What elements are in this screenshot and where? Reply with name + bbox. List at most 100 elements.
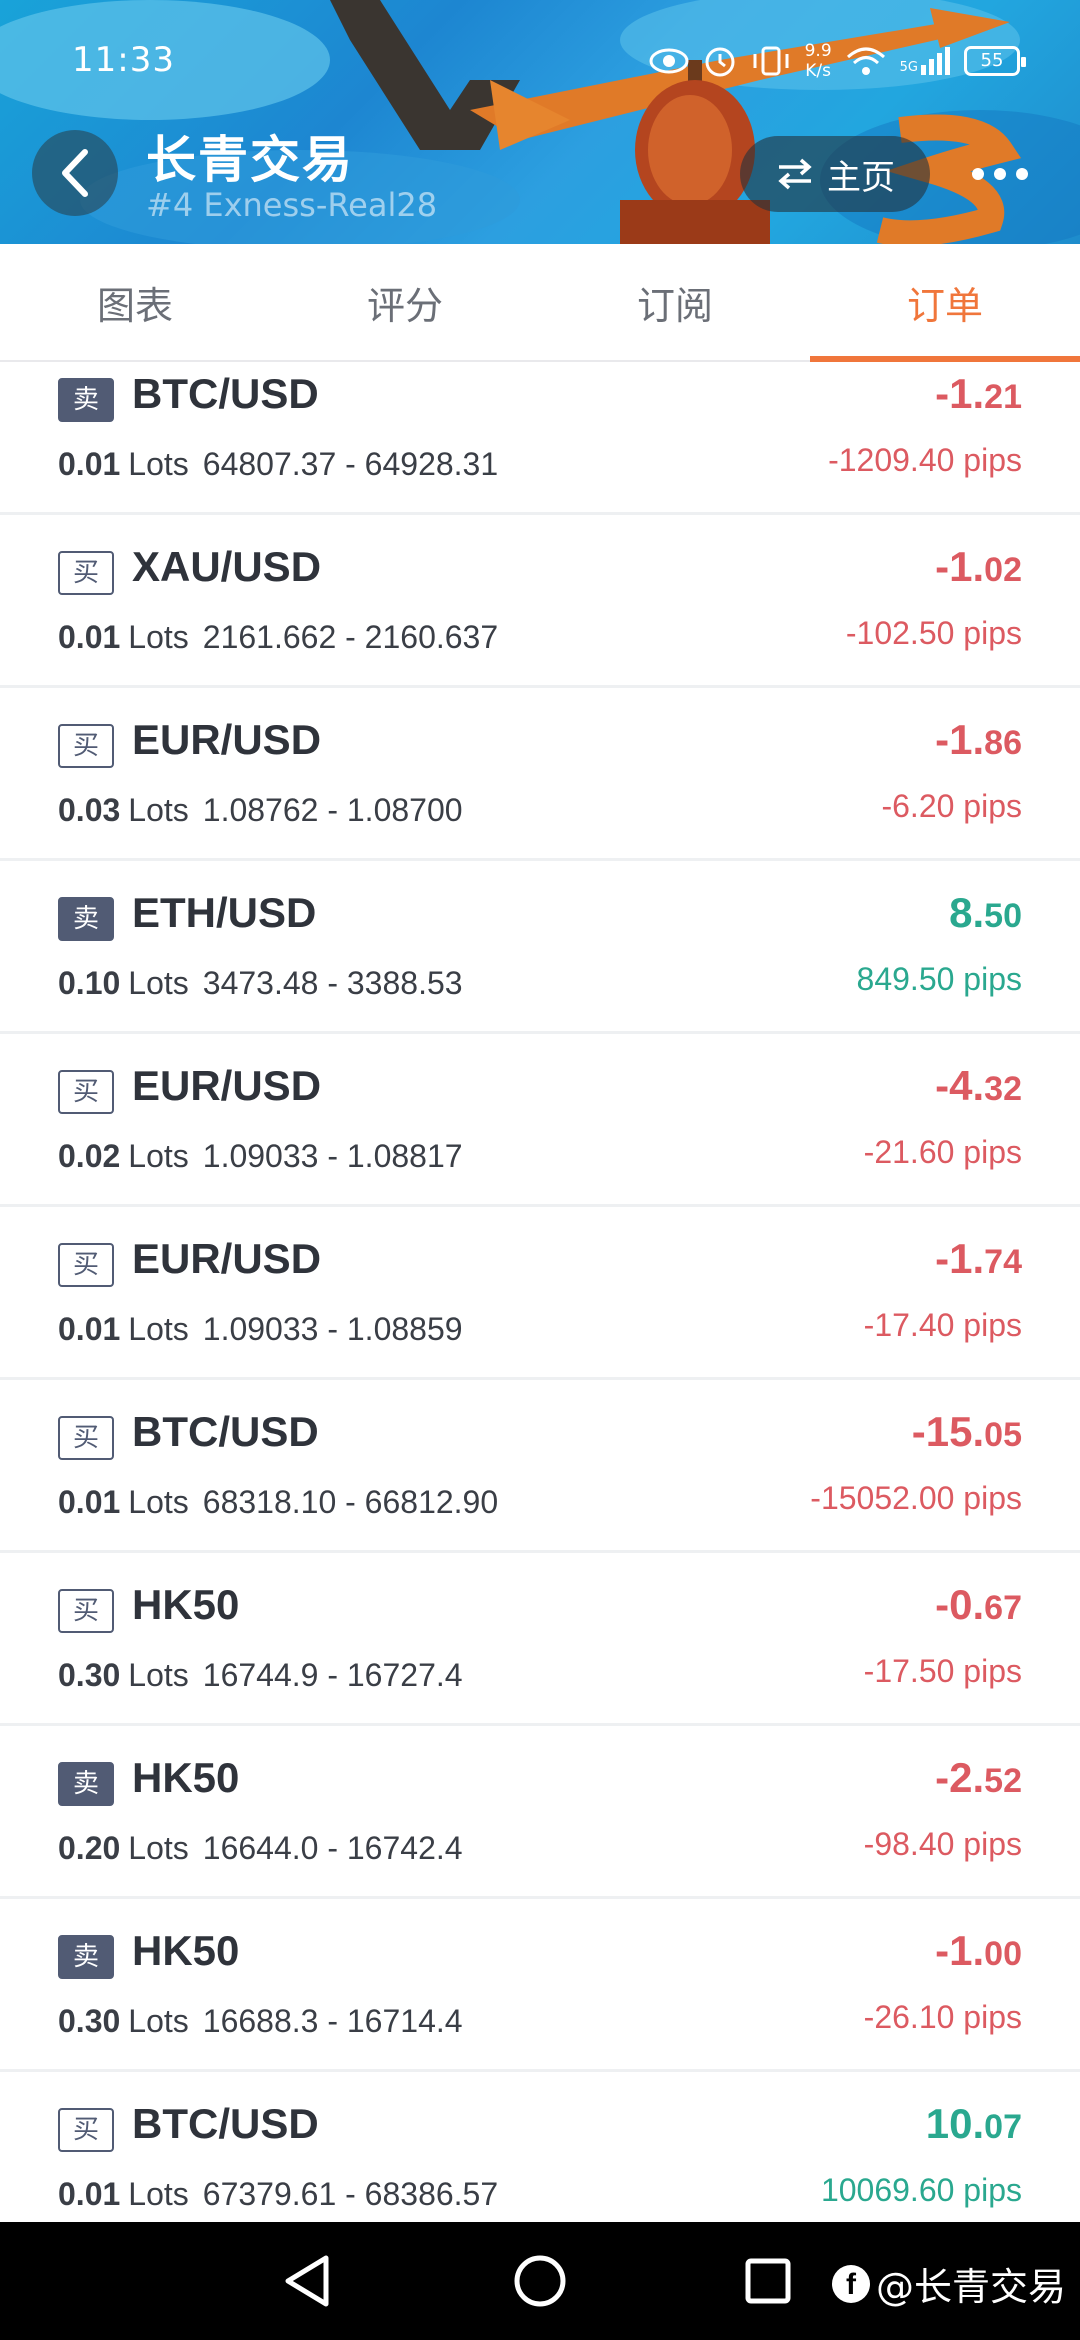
order-row[interactable]: 卖 BTC/USD 0.01 Lots 64807.37 - 64928.31 -1… xyxy=(0,362,1080,515)
order-prices: 16688.3 - 16714.4 xyxy=(202,2003,463,2039)
order-side-badge: 卖 xyxy=(58,897,114,941)
triangle-back-icon xyxy=(285,2255,329,2307)
order-profit-decimal: 67 xyxy=(984,1589,1022,1627)
order-profit-decimal: 86 xyxy=(984,724,1022,762)
circle-home-icon xyxy=(514,2255,566,2307)
order-row[interactable]: 卖 HK50 0.30 Lots 16688.3 - 16714.4 -1.00 -… xyxy=(0,1899,1080,2072)
order-profit-integer: -1. xyxy=(935,1235,985,1282)
order-pips: -17.50 pips xyxy=(863,1653,1022,1689)
order-symbol: HK50 xyxy=(132,1927,240,1974)
order-row[interactable]: 买 BTC/USD 0.01 Lots 67379.61 - 68386.57 10… xyxy=(0,2072,1080,2222)
order-prices: 64807.37 - 64928.31 xyxy=(202,446,499,482)
order-lots: 0.01 xyxy=(58,2176,121,2212)
order-side-badge: 买 xyxy=(58,1416,114,1460)
order-profit-integer: 10. xyxy=(925,2100,985,2147)
order-symbol: EUR/USD xyxy=(132,1235,322,1282)
nav-home-button[interactable] xyxy=(505,2246,575,2316)
order-row[interactable]: 买 EUR/USD 0.01 Lots 1.09033 - 1.08859 -1.7… xyxy=(0,1207,1080,1380)
more-dot-icon xyxy=(994,168,1006,180)
order-profit: -4.32 xyxy=(935,1062,1022,1110)
home-button[interactable]: 主页 xyxy=(740,136,930,212)
system-navigation-bar: f @长青交易 xyxy=(0,2222,1080,2340)
order-profit: -1.00 xyxy=(935,1927,1022,1975)
back-button[interactable] xyxy=(32,130,118,216)
order-prices: 68318.10 - 66812.90 xyxy=(202,1484,499,1520)
order-pips: -15052.00 pips xyxy=(810,1480,1022,1516)
order-pips: 849.50 pips xyxy=(856,961,1022,997)
order-details: 0.01 Lots 68318.10 - 66812.90 xyxy=(58,1484,498,1521)
order-row[interactable]: 买 BTC/USD 0.01 Lots 68318.10 - 66812.90 -1… xyxy=(0,1380,1080,1553)
order-lots-label: Lots xyxy=(128,2176,189,2212)
order-profit-integer: -1. xyxy=(935,1927,985,1974)
order-profit: -1.21 xyxy=(935,370,1022,418)
order-profit: -1.86 xyxy=(935,716,1022,764)
order-row[interactable]: 买 EUR/USD 0.02 Lots 1.09033 - 1.08817 -4.3… xyxy=(0,1034,1080,1207)
order-details: 0.01 Lots 64807.37 - 64928.31 xyxy=(58,446,498,483)
order-profit-decimal: 21 xyxy=(984,378,1022,416)
watermark-text: @长青交易 xyxy=(875,2265,1066,2309)
order-profit: -0.67 xyxy=(935,1581,1022,1629)
order-profit-integer: -0. xyxy=(935,1581,985,1628)
order-side-badge: 买 xyxy=(58,551,114,595)
order-profit-integer: -1. xyxy=(935,716,985,763)
chevron-left-icon xyxy=(62,149,88,197)
nav-back-button[interactable] xyxy=(272,2246,342,2316)
order-pips: -102.50 pips xyxy=(845,615,1022,651)
swap-icon xyxy=(778,158,812,190)
order-lots: 0.20 xyxy=(58,1830,121,1866)
order-prices: 2161.662 - 2160.637 xyxy=(202,619,499,655)
tab-subscribe[interactable]: 订阅 xyxy=(540,244,810,360)
order-lots-label: Lots xyxy=(128,792,189,828)
tab-rating[interactable]: 评分 xyxy=(270,244,540,360)
order-details: 0.01 Lots 2161.662 - 2160.637 xyxy=(58,619,498,656)
order-row[interactable]: 买 HK50 0.30 Lots 16744.9 - 16727.4 -0.67 -… xyxy=(0,1553,1080,1726)
order-profit-decimal: 07 xyxy=(984,2108,1022,2146)
order-lots: 0.02 xyxy=(58,1138,121,1174)
order-prices: 3473.48 - 3388.53 xyxy=(202,965,463,1001)
order-prices: 1.09033 - 1.08859 xyxy=(202,1311,463,1347)
order-profit-integer: 8. xyxy=(949,889,985,936)
order-profit-integer: -1. xyxy=(935,370,985,417)
order-details: 0.20 Lots 16644.0 - 16742.4 xyxy=(58,1830,463,1867)
order-lots: 0.30 xyxy=(58,2003,121,2039)
order-profit-integer: -1. xyxy=(935,543,985,590)
tab-chart[interactable]: 图表 xyxy=(0,244,270,360)
order-side-badge: 卖 xyxy=(58,378,114,422)
order-row[interactable]: 卖 HK50 0.20 Lots 16644.0 - 16742.4 -2.52 -… xyxy=(0,1726,1080,1899)
network-speed-value: 9.9 xyxy=(804,41,832,61)
order-lots: 0.01 xyxy=(58,619,121,655)
order-side-badge: 买 xyxy=(58,1589,114,1633)
order-list[interactable]: 卖 BTC/USD 0.01 Lots 64807.37 - 64928.31 -1… xyxy=(0,362,1080,2222)
nav-recents-button[interactable] xyxy=(733,2246,803,2316)
order-profit-decimal: 05 xyxy=(984,1416,1022,1454)
order-profit-integer: -15. xyxy=(911,1408,985,1455)
order-details: 0.30 Lots 16688.3 - 16714.4 xyxy=(58,2003,463,2040)
order-side-badge: 买 xyxy=(58,1243,114,1287)
order-lots: 0.01 xyxy=(58,1311,121,1347)
order-prices: 67379.61 - 68386.57 xyxy=(202,2176,499,2212)
order-pips: -6.20 pips xyxy=(881,788,1022,824)
order-profit-integer: -4. xyxy=(935,1062,985,1109)
order-lots-label: Lots xyxy=(128,1830,189,1866)
network-speed-unit: K/s xyxy=(805,61,831,81)
network-speed: 9.9 K/s xyxy=(805,41,832,81)
order-symbol: BTC/USD xyxy=(132,1408,319,1455)
order-row[interactable]: 买 XAU/USD 0.01 Lots 2161.662 - 2160.637 -1… xyxy=(0,515,1080,688)
order-profit: 8.50 xyxy=(949,889,1022,937)
status-icons: 9.9 K/s 5G 55 xyxy=(649,36,1026,86)
order-row[interactable]: 卖 ETH/USD 0.10 Lots 3473.48 - 3388.53 8.50… xyxy=(0,861,1080,1034)
order-lots-label: Lots xyxy=(128,965,189,1001)
tab-orders[interactable]: 订单 xyxy=(810,244,1080,362)
order-side-badge: 买 xyxy=(58,724,114,768)
order-prices: 16744.9 - 16727.4 xyxy=(202,1657,463,1693)
order-side-badge: 卖 xyxy=(58,1762,114,1806)
order-profit-decimal: 74 xyxy=(984,1243,1022,1281)
wifi-icon xyxy=(846,47,885,75)
facebook-icon: f xyxy=(831,2264,870,2303)
network-type: 5G xyxy=(899,60,918,75)
order-profit: -15.05 xyxy=(912,1408,1022,1456)
order-pips: -1209.40 pips xyxy=(828,442,1022,478)
more-options-button[interactable] xyxy=(950,136,1050,212)
order-row[interactable]: 买 EUR/USD 0.03 Lots 1.08762 - 1.08700 -1.8… xyxy=(0,688,1080,861)
order-lots: 0.01 xyxy=(58,1484,121,1520)
